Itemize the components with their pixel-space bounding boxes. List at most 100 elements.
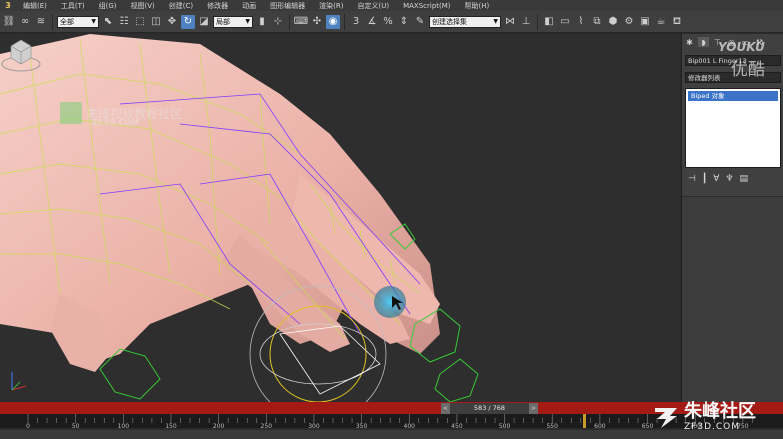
menu-customize[interactable]: 自定义(U) xyxy=(350,1,396,11)
toolbar-separator xyxy=(537,13,538,30)
rollout-area xyxy=(682,196,783,402)
mirror-icon[interactable]: ⋈ xyxy=(503,15,517,29)
render-production-icon[interactable]: ☕ xyxy=(654,15,668,29)
menu-rendering[interactable]: 渲染(R) xyxy=(312,1,350,11)
menu-modifiers[interactable]: 修改器 xyxy=(200,1,235,11)
menu-group[interactable]: 组(G) xyxy=(92,1,124,11)
pin-stack-icon[interactable]: ⊣ xyxy=(688,174,696,184)
angle-snap-icon[interactable]: ∡ xyxy=(365,15,379,29)
bind-space-warp-icon[interactable]: ≋ xyxy=(34,15,48,29)
command-panel: ✱ ◗ ⊤ ◎ ▭ ⚒ Bip001 L Finger13 修改器列表 Bipe… xyxy=(681,34,783,402)
toolbar-separator xyxy=(52,13,53,30)
track-tick-label: 250 xyxy=(260,423,273,430)
zf-logo-icon xyxy=(655,408,677,428)
menu-tools[interactable]: 工具(T) xyxy=(54,1,92,11)
menu-views[interactable]: 视图(V) xyxy=(124,1,162,11)
menu-edit[interactable]: 编辑(E) xyxy=(16,1,54,11)
chevron-down-icon: ▼ xyxy=(493,18,498,25)
snap-label: 3 xyxy=(352,15,360,27)
select-rotate-icon[interactable]: ↻ xyxy=(181,14,195,29)
viewport-scene xyxy=(0,34,479,402)
snaps-toggle-icon[interactable]: 3 xyxy=(349,15,363,29)
modify-tab-icon[interactable]: ◗ xyxy=(698,37,709,47)
chevron-down-icon: ▼ xyxy=(91,18,96,25)
make-unique-icon[interactable]: ∀ xyxy=(713,174,719,184)
menu-animation[interactable]: 动画 xyxy=(235,1,263,11)
rect-selection-icon[interactable]: ⬚ xyxy=(133,15,147,29)
zf-cn-text: 朱峰社区 xyxy=(684,401,756,422)
unlink-icon[interactable]: ∞ xyxy=(18,15,32,29)
track-tick-label: 500 xyxy=(498,423,511,430)
keyboard-shortcut-icon[interactable]: ⌨ xyxy=(294,15,308,29)
select-scale-icon[interactable]: ◪ xyxy=(197,15,211,29)
track-tick-label: 50 xyxy=(71,423,80,430)
remove-modifier-icon[interactable]: ♆ xyxy=(725,174,733,184)
percent-snap-label: % xyxy=(383,15,393,27)
move-icon[interactable]: ✣ xyxy=(310,15,324,29)
menu-graph-editors[interactable]: 图形编辑器 xyxy=(263,1,312,11)
perspective-viewport[interactable]: 朱峰视频教程社区 ZF3D.COM xyxy=(0,34,680,402)
stack-toolbar: ⊣ ┃ ∀ ♆ ▤ xyxy=(688,174,748,184)
select-move-icon[interactable]: ✥ xyxy=(165,15,179,29)
selection-filter-dropdown[interactable]: 全部 ▼ xyxy=(57,15,99,28)
youku-logo: YOUKU xyxy=(718,40,765,54)
zf-en-text: ZF3D.COM xyxy=(684,422,740,432)
modifier-stack-item[interactable]: Biped 对象 xyxy=(688,91,778,101)
main-toolbar: ⛓ ∞ ≋ 全部 ▼ ⬉ ☷ ⬚ ◫ ✥ ↻ ◪ 局部 ▼ ▮ ⊹ ⌨ ✣ ◉ … xyxy=(0,11,783,33)
spinner-snap-icon[interactable]: ⇕ xyxy=(397,15,411,29)
named-selection-dropdown[interactable]: 创建选择集 ▼ xyxy=(429,15,501,28)
named-selection-value: 创建选择集 xyxy=(432,17,467,26)
ribbon-icon[interactable]: ▭ xyxy=(558,15,572,29)
reference-coord-dropdown[interactable]: 局部 ▼ xyxy=(213,15,253,28)
edit-named-selection-icon[interactable]: ✎ xyxy=(413,15,427,29)
select-manipulate-icon[interactable]: ⊹ xyxy=(271,15,285,29)
youku-watermark: YOUKU 优酷 xyxy=(718,40,765,80)
track-tick-label: 150 xyxy=(165,423,177,430)
zf3d-watermark: 朱峰社区 ZF3D.COM xyxy=(652,396,780,438)
render-iterative-icon[interactable]: ⛾ xyxy=(670,15,684,29)
menu-create[interactable]: 创建(C) xyxy=(162,1,200,11)
menu-maxscript[interactable]: MAXScript(M) xyxy=(396,2,457,10)
select-by-name-icon[interactable]: ☷ xyxy=(117,15,131,29)
toolbar-separator xyxy=(344,13,345,30)
window-crossing-icon[interactable]: ◫ xyxy=(149,15,163,29)
material-editor-icon[interactable]: ⬢ xyxy=(606,15,620,29)
frame-counter: 583 / 768 xyxy=(450,402,529,414)
toolbar-separator xyxy=(289,13,290,30)
track-tick-label: 100 xyxy=(117,423,130,430)
track-tick-label: 350 xyxy=(355,423,368,430)
curve-editor-icon[interactable]: ⌇ xyxy=(574,15,588,29)
show-end-result-icon[interactable]: ┃ xyxy=(702,174,707,184)
rendered-frame-icon[interactable]: ▣ xyxy=(638,15,652,29)
time-slider[interactable]: < 583 / 768 > xyxy=(441,402,538,414)
render-setup-icon[interactable]: ⚙ xyxy=(622,15,636,29)
layer-manager-icon[interactable]: ◧ xyxy=(542,15,556,29)
reference-coord-value: 局部 xyxy=(216,17,230,26)
schematic-view-icon[interactable]: ⧉ xyxy=(590,15,604,29)
axis-tripod-icon xyxy=(11,372,27,391)
next-frame-button[interactable]: > xyxy=(529,402,538,414)
configure-sets-icon[interactable]: ▤ xyxy=(740,174,749,184)
percent-snap-icon[interactable]: % xyxy=(381,15,395,29)
watermark-logo-icon xyxy=(60,102,82,124)
app-menu-button[interactable]: 3 xyxy=(0,0,16,11)
select-object-icon[interactable]: ⬉ xyxy=(101,15,115,29)
prev-frame-button[interactable]: < xyxy=(441,402,450,414)
align-icon[interactable]: ⊥ xyxy=(519,15,533,29)
pivot-center-icon[interactable]: ▮ xyxy=(255,15,269,29)
track-tick-label: 450 xyxy=(451,423,463,430)
watermark-sub: ZF3D.COM xyxy=(92,118,140,127)
link-icon[interactable]: ⛓ xyxy=(2,15,16,29)
youku-cn: 优酷 xyxy=(730,60,765,80)
create-tab-icon[interactable]: ✱ xyxy=(684,37,695,47)
menu-bar: 3 编辑(E) 工具(T) 组(G) 视图(V) 创建(C) 修改器 动画 图形… xyxy=(0,0,783,11)
track-tick-label: 550 xyxy=(546,423,558,430)
viewcube-icon[interactable] xyxy=(0,34,42,74)
modifier-stack[interactable]: Biped 对象 xyxy=(685,88,781,168)
track-tick-label: 600 xyxy=(594,423,606,430)
track-tick-label: 0 xyxy=(26,423,30,430)
transform-gizmo-icon[interactable]: ◉ xyxy=(326,14,340,29)
track-tick-label: 400 xyxy=(403,423,415,430)
menu-help[interactable]: 帮助(H) xyxy=(458,1,497,11)
chevron-down-icon: ▼ xyxy=(245,18,250,25)
